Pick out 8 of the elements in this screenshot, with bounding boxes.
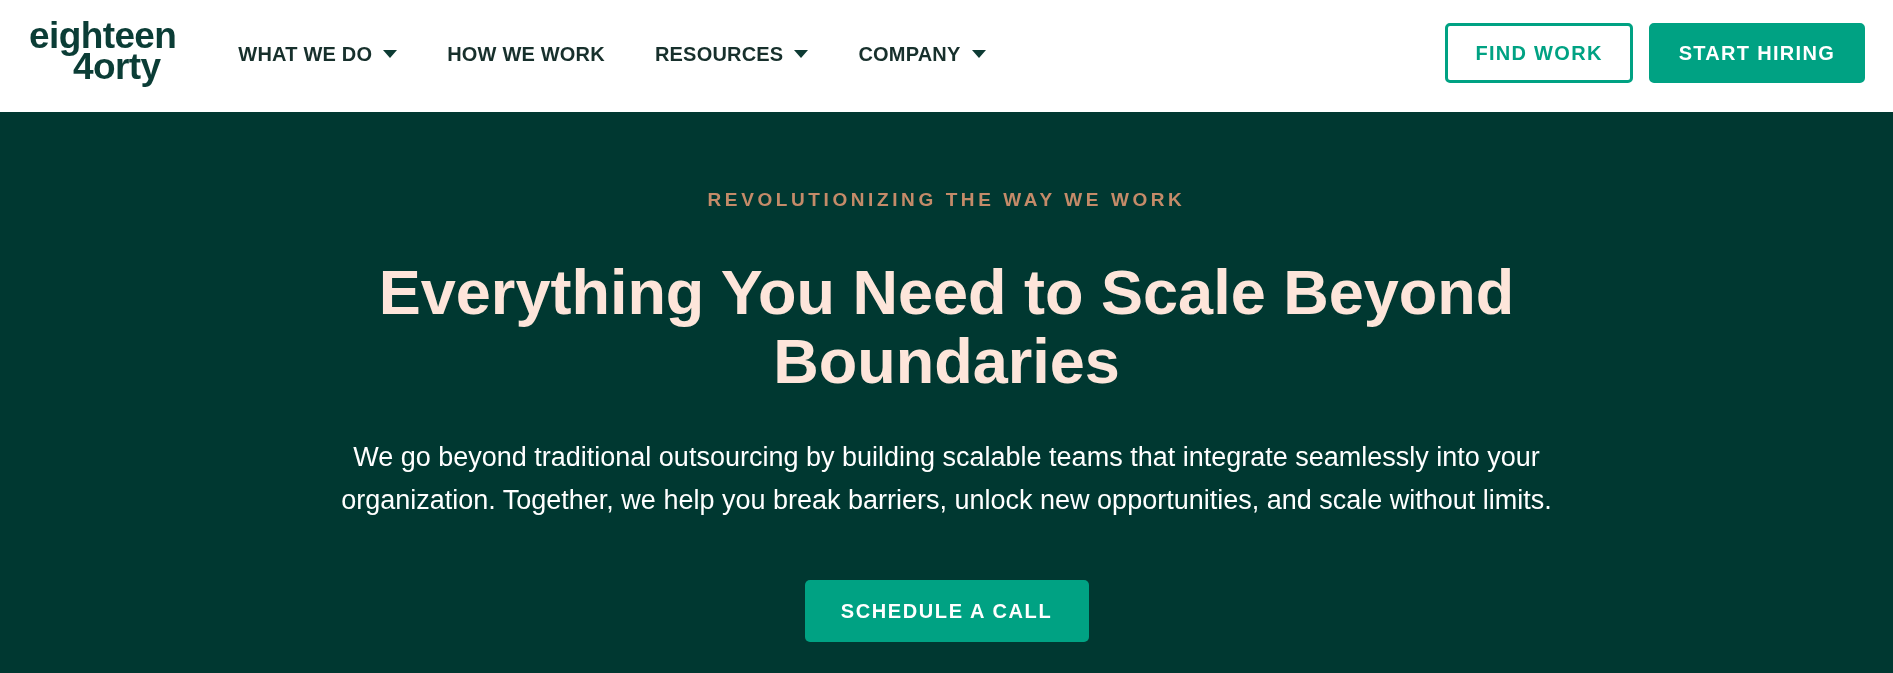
hero-description: We go beyond traditional outsourcing by building scalable teams that integrate seamlessly into your organization. Together, we help you break barriers, unlock new opportunities, and scale without limits. bbox=[340, 441, 1553, 517]
nav-link[interactable]: RESOURCES bbox=[654, 42, 809, 66]
logo[interactable]: eighteen 4orty bbox=[29, 16, 177, 90]
nav-link[interactable]: HOW WE WORK bbox=[447, 42, 605, 66]
nav-link[interactable]: COMPANY bbox=[858, 42, 986, 66]
eyebrow-text: REVOLUTIONIZING THE WAY WE WORK bbox=[707, 188, 1186, 212]
nav-link[interactable]: WHAT WE DO bbox=[238, 42, 398, 66]
hero-title: Everything You Need to Scale Beyond Boundaries bbox=[377, 258, 1516, 396]
